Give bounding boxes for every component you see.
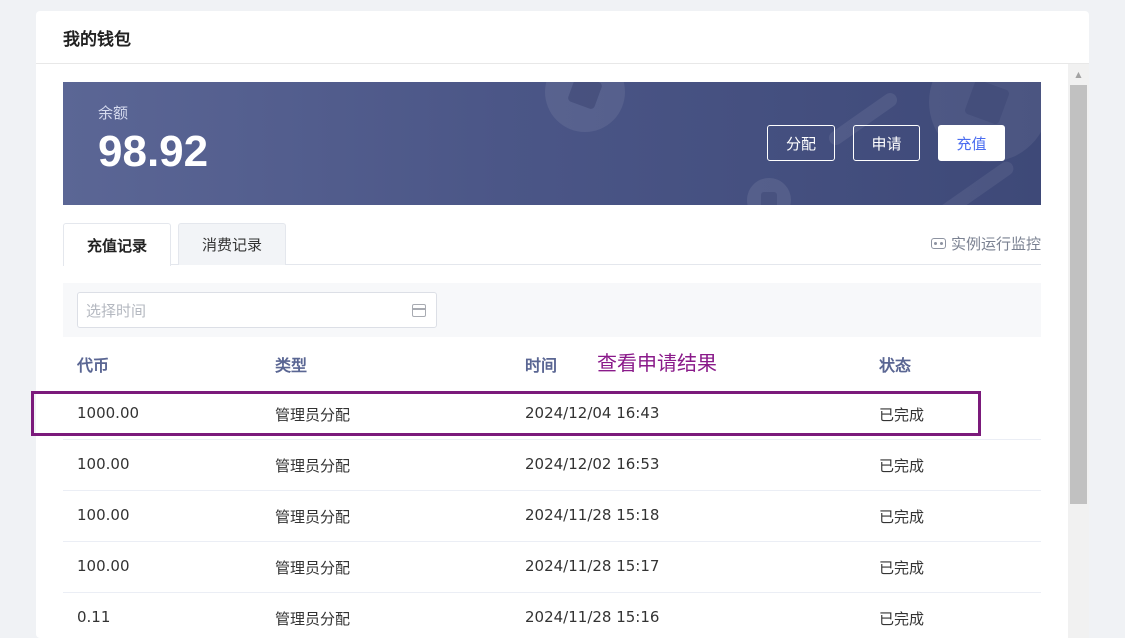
- cell-token: 100.00: [77, 506, 130, 524]
- balance-value: 98.92: [98, 127, 209, 176]
- annotation-label: 查看申请结果: [597, 351, 717, 375]
- cell-type: 管理员分配: [275, 559, 351, 577]
- table-row: 100.00 管理员分配 2024/12/02 16:53 已完成: [63, 440, 1041, 491]
- cell-status: 已完成: [879, 559, 925, 577]
- cell-time: 2024/11/28 15:17: [525, 557, 660, 575]
- record-tabs: 充值记录 消费记录 实例运行监控: [63, 223, 1041, 266]
- tab-consumption-records[interactable]: 消费记录: [178, 223, 286, 265]
- table-row: 100.00 管理员分配 2024/11/28 15:18 已完成: [63, 491, 1041, 542]
- cell-time: 2024/11/28 15:16: [525, 608, 660, 626]
- table-header: 代币 类型 时间 查看申请结果 状态: [63, 337, 1041, 389]
- cell-time: 2024/12/04 16:43: [525, 404, 660, 422]
- cell-status: 已完成: [879, 508, 925, 526]
- scrollbar[interactable]: ▲: [1068, 64, 1089, 638]
- cell-token: 1000.00: [77, 404, 140, 422]
- tab-recharge-records[interactable]: 充值记录: [63, 223, 171, 266]
- monitor-icon: [930, 238, 946, 249]
- cell-time: 2024/11/28 15:18: [525, 506, 660, 524]
- filter-bar: 选择时间: [63, 283, 1041, 337]
- apply-button[interactable]: 申请: [853, 125, 920, 161]
- coin-decoration: [545, 82, 625, 132]
- cell-token: 100.00: [77, 455, 130, 473]
- coin-decoration: [747, 178, 791, 205]
- recharge-button[interactable]: 充值: [938, 125, 1005, 161]
- balance-banner: 余额 98.92 分配 申请 充值: [63, 82, 1041, 205]
- column-header-time: 时间: [525, 356, 558, 375]
- cell-token: 100.00: [77, 557, 130, 575]
- records-table: 代币 类型 时间 查看申请结果 状态 1000.00 管理员分配 2024/12…: [63, 337, 1041, 638]
- wallet-panel: 我的钱包 余额 98.92 分配 申请 充值 充值记录 消费记录 实例运行监控 …: [36, 11, 1089, 638]
- cell-type: 管理员分配: [275, 406, 351, 424]
- cell-status: 已完成: [879, 457, 925, 475]
- cell-status: 已完成: [879, 610, 925, 628]
- calendar-icon[interactable]: [412, 304, 426, 317]
- page-title: 我的钱包: [63, 29, 131, 50]
- cell-status: 已完成: [879, 406, 925, 424]
- table-row: 1000.00 管理员分配 2024/12/04 16:43 已完成: [63, 389, 1041, 440]
- instance-monitor-label: 实例运行监控: [950, 235, 1041, 253]
- date-picker-input[interactable]: 选择时间: [77, 292, 437, 328]
- scroll-up-arrow-icon[interactable]: ▲: [1068, 64, 1089, 84]
- cell-time: 2024/12/02 16:53: [525, 455, 660, 473]
- distribute-button[interactable]: 分配: [767, 125, 835, 161]
- table-row: 100.00 管理员分配 2024/11/28 15:17 已完成: [63, 542, 1041, 593]
- panel-header: 我的钱包: [36, 11, 1089, 64]
- date-placeholder: 选择时间: [86, 301, 147, 320]
- column-header-token: 代币: [77, 356, 110, 375]
- cell-token: 0.11: [77, 608, 111, 626]
- table-row: 0.11 管理员分配 2024/11/28 15:16 已完成: [63, 593, 1041, 638]
- instance-monitor-link[interactable]: 实例运行监控: [930, 233, 1041, 254]
- cell-type: 管理员分配: [275, 508, 351, 526]
- cell-type: 管理员分配: [275, 457, 351, 475]
- column-header-status: 状态: [879, 356, 912, 375]
- column-header-type: 类型: [275, 356, 308, 375]
- scroll-thumb[interactable]: [1070, 85, 1087, 504]
- cell-type: 管理员分配: [275, 610, 351, 628]
- balance-label: 余额: [98, 104, 129, 122]
- stick-decoration: [909, 158, 1017, 205]
